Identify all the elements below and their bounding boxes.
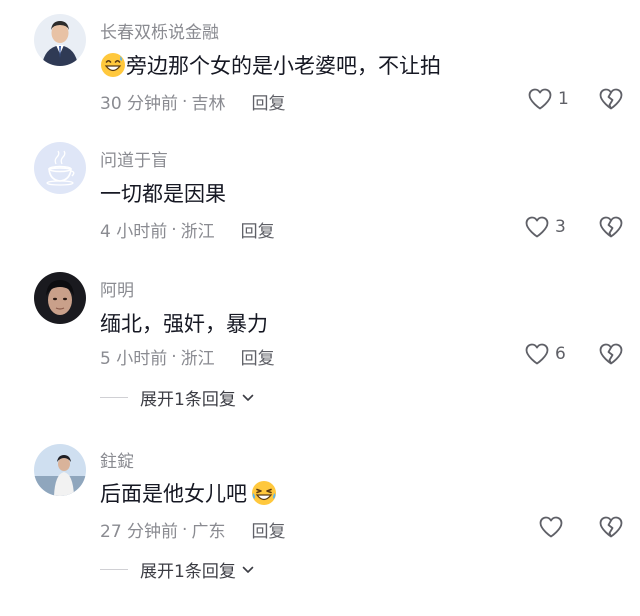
comment-text: 一切都是因果 xyxy=(100,178,226,208)
meta-separator: · xyxy=(171,219,177,240)
reply-button[interactable]: 回复 xyxy=(241,217,275,242)
heart-outline-icon xyxy=(525,216,549,238)
grinning-sweat-emoji xyxy=(100,52,126,78)
comment-username[interactable]: 鉒錠 xyxy=(100,447,134,472)
avatar[interactable] xyxy=(34,142,86,194)
comment-meta: 30 分钟前 · 吉林 回复 xyxy=(100,89,285,115)
meta-separator: · xyxy=(182,91,188,112)
heart-outline-icon xyxy=(539,516,563,538)
avatar-dark-portrait-image xyxy=(34,272,86,324)
dislike-button[interactable] xyxy=(598,215,624,243)
comment-text-content: 后面是他女儿吧 xyxy=(100,482,247,506)
expand-replies-button[interactable]: 展开1条回复 xyxy=(100,385,254,410)
broken-heart-icon xyxy=(599,343,623,365)
comment-text-content: 旁边那个女的是小老婆吧，不让拍 xyxy=(126,54,441,78)
comment-time: 5 小时前 xyxy=(100,349,168,369)
comment-text-content: 一切都是因果 xyxy=(100,182,226,206)
avatar-man-suit-image xyxy=(34,14,86,66)
chevron-down-icon xyxy=(242,566,254,573)
expand-divider xyxy=(100,397,128,398)
avatar[interactable] xyxy=(34,444,86,496)
comment-username[interactable]: 长春双栎说金融 xyxy=(100,18,219,43)
expand-replies-button[interactable]: 展开1条回复 xyxy=(100,557,254,582)
comment-time: 27 分钟前 xyxy=(100,522,179,542)
meta-separator: · xyxy=(182,519,188,540)
comment-username[interactable]: 阿明 xyxy=(100,276,134,301)
comment-time: 4 小时前 xyxy=(100,222,168,242)
avatar-teacup-image xyxy=(34,142,86,194)
avatar[interactable] xyxy=(34,272,86,324)
comment-location: 广东 xyxy=(191,522,226,542)
broken-heart-icon xyxy=(599,88,623,110)
expand-replies-label: 展开1条回复 xyxy=(140,562,236,582)
dislike-button[interactable] xyxy=(598,515,624,543)
expand-divider xyxy=(100,569,128,570)
comment-meta: 5 小时前 · 浙江 回复 xyxy=(100,344,275,370)
reply-button[interactable]: 回复 xyxy=(241,344,275,369)
rolling-laughing-emoji xyxy=(251,480,277,506)
like-count: 3 xyxy=(555,217,566,237)
comment-username[interactable]: 问道于盲 xyxy=(100,146,168,171)
comment-time: 30 分钟前 xyxy=(100,94,179,114)
broken-heart-icon xyxy=(599,216,623,238)
like-button[interactable]: 6 xyxy=(524,342,566,366)
like-button[interactable]: 3 xyxy=(524,215,566,239)
avatar-outdoor-person-image xyxy=(34,444,86,496)
heart-outline-icon xyxy=(525,343,549,365)
comment-text: 后面是他女儿吧 xyxy=(100,478,277,508)
comment-text: 缅北，强奸，暴力 xyxy=(100,308,268,338)
heart-outline-icon xyxy=(528,88,552,110)
comment-location: 浙江 xyxy=(180,222,215,242)
chevron-down-icon xyxy=(242,394,254,401)
comment-text: 旁边那个女的是小老婆吧，不让拍 xyxy=(100,50,441,80)
like-button[interactable] xyxy=(538,515,569,539)
dislike-button[interactable] xyxy=(598,342,624,370)
like-count: 6 xyxy=(555,344,566,364)
broken-heart-icon xyxy=(599,516,623,538)
like-count: 1 xyxy=(558,89,569,109)
reply-button[interactable]: 回复 xyxy=(251,517,285,542)
dislike-button[interactable] xyxy=(598,87,624,115)
comment-location: 吉林 xyxy=(191,94,226,114)
comment-meta: 27 分钟前 · 广东 回复 xyxy=(100,517,285,543)
comment-location: 浙江 xyxy=(180,349,215,369)
expand-replies-label: 展开1条回复 xyxy=(140,390,236,410)
comment-text-content: 缅北，强奸，暴力 xyxy=(100,312,268,336)
reply-button[interactable]: 回复 xyxy=(251,89,285,114)
comment-meta: 4 小时前 · 浙江 回复 xyxy=(100,217,275,243)
avatar[interactable] xyxy=(34,14,86,66)
like-button[interactable]: 1 xyxy=(527,87,569,111)
meta-separator: · xyxy=(171,346,177,367)
